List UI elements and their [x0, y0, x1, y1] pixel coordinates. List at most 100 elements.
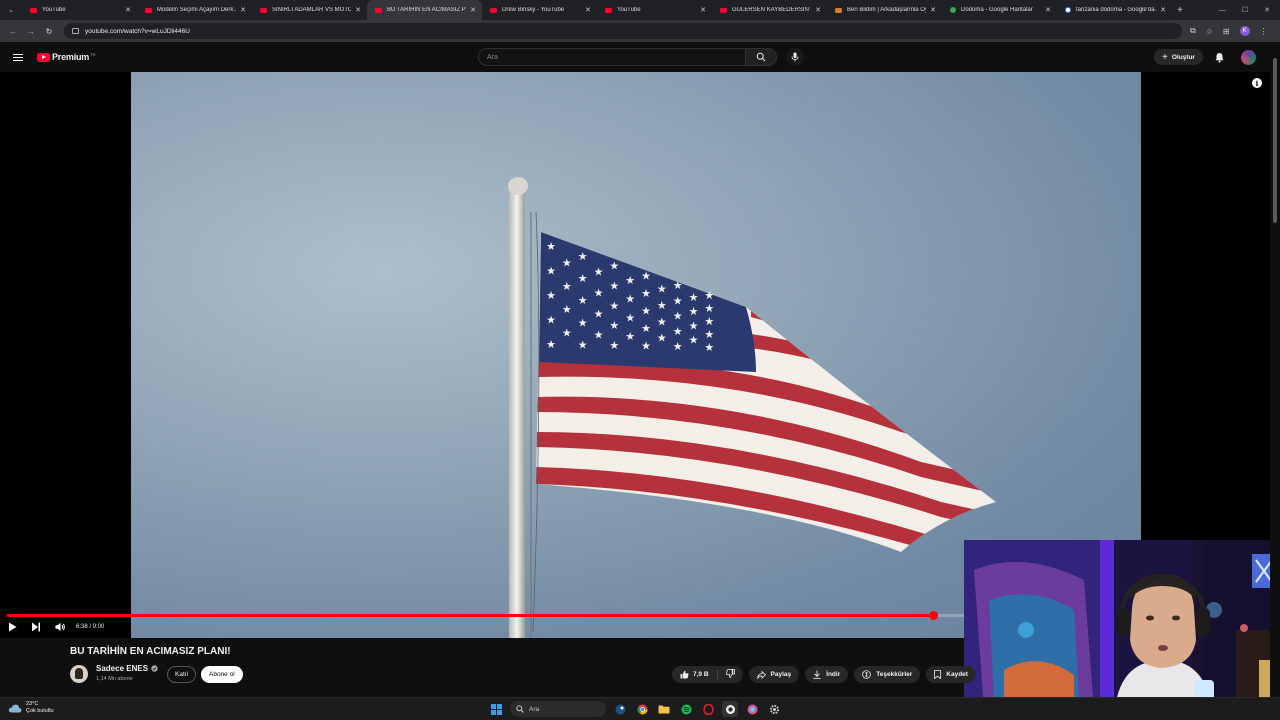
youtube-logo[interactable]: Premium TR — [37, 52, 95, 62]
browser-tab[interactable]: YouTube ✕ — [597, 0, 712, 20]
tab-title: tanzania dodoma - Google'da... — [1076, 7, 1157, 13]
browser-tab[interactable]: SINIRLI ADAMLAR VS MOTOR ✕ — [252, 0, 367, 20]
like-dislike-group: 7,9 B — [672, 666, 743, 683]
close-tab-icon[interactable]: ✕ — [470, 6, 476, 14]
browser-tab[interactable]: YouTube ✕ — [22, 0, 137, 20]
flag-star: ★ — [562, 257, 572, 270]
back-icon[interactable]: ← — [4, 27, 22, 36]
close-tab-icon[interactable]: ✕ — [1160, 6, 1166, 14]
settings-gear-icon[interactable] — [766, 701, 782, 717]
tab-title: YouTube — [42, 7, 66, 13]
video-title: BU TARİHİN EN ACIMASIZ PLANI! — [70, 646, 231, 657]
notifications-bell-icon[interactable] — [1214, 52, 1225, 63]
menu-icon[interactable] — [13, 53, 23, 61]
github-icon[interactable] — [722, 701, 738, 717]
tabs-container: YouTube ✕ Modelin Seçimi Açayım Derk... ✕ SI… — [22, 0, 1172, 20]
forward-icon[interactable]: → — [22, 27, 40, 36]
save-button[interactable]: Kaydet — [926, 666, 976, 683]
taskbar-search-label: Ara — [529, 705, 540, 713]
volume-button[interactable] — [48, 622, 72, 632]
profile-avatar[interactable]: K — [1239, 26, 1250, 36]
flag-star: ★ — [546, 313, 556, 326]
channel-name-row[interactable]: Sadece ENES — [96, 664, 158, 673]
maximize-icon[interactable]: ☐ — [1242, 6, 1248, 14]
tab-search-icon[interactable]: ⌄ — [0, 0, 22, 20]
play-button[interactable] — [0, 622, 24, 632]
minimize-icon[interactable]: — — [1219, 7, 1226, 14]
search-input[interactable]: Ara — [478, 48, 746, 66]
flag-star: ★ — [609, 319, 619, 332]
voice-search-button[interactable] — [786, 48, 804, 66]
channel-name[interactable]: Sadece ENES — [96, 664, 148, 673]
super-thanks-icon — [862, 670, 872, 679]
browser-tab[interactable]: Dodoma - Google Haritalar ✕ — [942, 0, 1057, 20]
close-tab-icon[interactable]: ✕ — [700, 6, 706, 14]
address-bar[interactable]: youtube.com/watch?v=wLuJDli446U — [64, 23, 1182, 39]
create-button[interactable]: + Oluştur — [1154, 49, 1203, 65]
steam-icon[interactable] — [612, 701, 628, 717]
scrollbar-thumb[interactable] — [1273, 58, 1277, 223]
flag-star: ★ — [689, 291, 699, 304]
browser-tab[interactable]: BU TARİHİN EN ACIMASIZ PL... ✕ — [367, 0, 482, 20]
like-button[interactable]: 7,9 B — [672, 670, 718, 679]
flag-star: ★ — [641, 322, 651, 335]
close-tab-icon[interactable]: ✕ — [815, 6, 821, 14]
bookmark-star-icon[interactable]: ☆ — [1206, 27, 1213, 36]
flag-star: ★ — [594, 328, 604, 341]
share-button[interactable]: Paylaş — [748, 666, 800, 683]
youtube-icon — [260, 7, 267, 13]
close-tab-icon[interactable]: ✕ — [585, 6, 591, 14]
tab-title: YouTube — [617, 7, 641, 13]
flag-star: ★ — [609, 299, 619, 312]
share-icon — [756, 670, 766, 679]
browser-tab[interactable]: Ben Bildim | Arkadaşlarınla Oy... ✕ — [827, 0, 942, 20]
reload-icon[interactable]: ↻ — [40, 27, 58, 36]
weather-widget[interactable]: 23°C Çok bulutlu — [8, 701, 54, 715]
join-button[interactable]: Katıl — [167, 666, 197, 683]
tab-title: Modelin Seçimi Açayım Derk... — [157, 7, 237, 13]
cast-icon[interactable]: ⧉ — [1190, 26, 1196, 36]
browser-tab[interactable]: GÜLERSEN KAYBEDERSİN w/ f... ✕ — [712, 0, 827, 20]
site-info-icon[interactable] — [72, 28, 79, 34]
search-button[interactable] — [745, 48, 777, 66]
subscribe-button[interactable]: Abone ol — [201, 666, 243, 683]
close-tab-icon[interactable]: ✕ — [355, 6, 361, 14]
colorful-app-icon[interactable] — [744, 701, 760, 717]
flag-star: ★ — [673, 310, 683, 323]
windows-start-icon[interactable] — [488, 701, 504, 717]
info-icon[interactable]: i — [1252, 78, 1262, 88]
channel-avatar[interactable] — [70, 665, 88, 683]
flag-star: ★ — [625, 274, 635, 287]
plus-icon: + — [1162, 51, 1168, 63]
chrome-icon[interactable] — [634, 701, 650, 717]
close-tab-icon[interactable]: ✕ — [930, 6, 936, 14]
taskbar-search[interactable]: Ara — [510, 701, 606, 717]
new-tab-icon[interactable]: + — [1172, 0, 1188, 20]
browser-tab[interactable]: tanzania dodoma - Google'da... ✕ — [1057, 0, 1172, 20]
close-tab-icon[interactable]: ✕ — [1045, 6, 1051, 14]
close-tab-icon[interactable]: ✕ — [125, 6, 131, 14]
browser-tab[interactable]: Modelin Seçimi Açayım Derk... ✕ — [137, 0, 252, 20]
flag-star: ★ — [673, 279, 683, 292]
flag-star: ★ — [578, 250, 588, 263]
next-button[interactable] — [24, 622, 48, 632]
tab-title: Ben Bildim | Arkadaşlarınla Oy... — [847, 7, 927, 13]
extensions-icon[interactable]: ⊞ — [1223, 27, 1230, 36]
close-window-icon[interactable]: ✕ — [1264, 6, 1270, 14]
account-avatar[interactable] — [1241, 50, 1256, 65]
browser-menu-icon[interactable]: ⋮ — [1260, 27, 1268, 36]
scrubber-handle[interactable] — [928, 611, 938, 620]
spotify-icon[interactable] — [678, 701, 694, 717]
flag-star: ★ — [609, 339, 619, 352]
flag-star: ★ — [704, 315, 714, 328]
browser-tab[interactable]: Drew Binsky - YouTube ✕ — [482, 0, 597, 20]
skip-next-icon — [32, 622, 40, 632]
play-icon — [8, 622, 16, 632]
thanks-button[interactable]: Teşekkürler — [854, 666, 921, 683]
dislike-button[interactable] — [718, 669, 743, 680]
download-button[interactable]: İndir — [805, 666, 849, 683]
file-explorer-icon[interactable] — [656, 701, 672, 717]
opera-icon[interactable] — [700, 701, 716, 717]
close-tab-icon[interactable]: ✕ — [240, 6, 246, 14]
page-scrollbar[interactable] — [1270, 42, 1280, 697]
